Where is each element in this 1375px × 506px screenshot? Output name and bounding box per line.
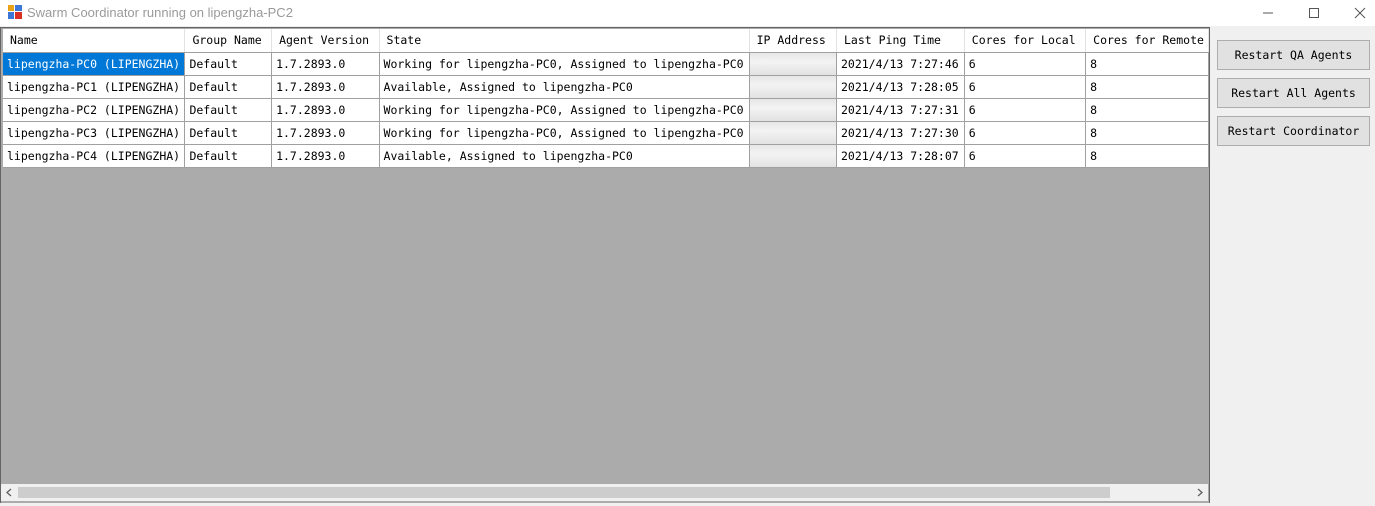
cell-version[interactable]: 1.7.2893.0 bbox=[271, 144, 380, 168]
maximize-icon bbox=[1309, 8, 1319, 18]
table-row[interactable]: lipengzha-PC3 (LIPENGZHA) Default 1.7.28… bbox=[3, 121, 1209, 145]
cell-state[interactable]: Working for lipengzha-PC0, Assigned to l… bbox=[379, 98, 750, 122]
cell-ping[interactable]: 2021/4/13 7:28:07 bbox=[836, 144, 965, 168]
cell-state[interactable]: Working for lipengzha-PC0, Assigned to l… bbox=[379, 121, 750, 145]
scroll-left-icon bbox=[6, 488, 12, 497]
minimize-icon bbox=[1263, 12, 1273, 14]
cell-cores-local[interactable]: 6 bbox=[964, 98, 1087, 122]
cell-cores-local[interactable]: 6 bbox=[964, 144, 1087, 168]
header-row: Name Group Name Agent Version State IP A… bbox=[3, 29, 1209, 53]
window-title: Swarm Coordinator running on lipengzha-P… bbox=[27, 5, 293, 20]
cell-name[interactable]: lipengzha-PC4 (LIPENGZHA) bbox=[3, 144, 186, 168]
cell-group[interactable]: Default bbox=[184, 144, 273, 168]
cell-ip-redacted[interactable] bbox=[749, 144, 837, 168]
cell-name[interactable]: lipengzha-PC1 (LIPENGZHA) bbox=[3, 75, 186, 99]
app-icon bbox=[8, 5, 22, 19]
cell-group[interactable]: Default bbox=[184, 52, 273, 76]
cell-state[interactable]: Working for lipengzha-PC0, Assigned to l… bbox=[379, 52, 750, 76]
cell-cores-local[interactable]: 6 bbox=[964, 121, 1087, 145]
cell-ping[interactable]: 2021/4/13 7:27:31 bbox=[836, 98, 965, 122]
cell-group[interactable]: Default bbox=[184, 75, 273, 99]
scrollbar-thumb[interactable] bbox=[18, 487, 1110, 498]
cell-cores-local[interactable]: 6 bbox=[964, 52, 1087, 76]
cell-cores-remote[interactable]: 8 bbox=[1085, 144, 1209, 168]
column-header-cores-for-remote[interactable]: Cores for Remote bbox=[1085, 29, 1209, 53]
column-header-cores-for-local[interactable]: Cores for Local bbox=[964, 29, 1087, 53]
cell-group[interactable]: Default bbox=[184, 121, 273, 145]
cell-ping[interactable]: 2021/4/13 7:27:30 bbox=[836, 121, 965, 145]
cell-cores-local[interactable]: 6 bbox=[964, 75, 1087, 99]
cell-cores-remote[interactable]: 8 bbox=[1085, 98, 1209, 122]
cell-group[interactable]: Default bbox=[184, 98, 273, 122]
table-row[interactable]: lipengzha-PC4 (LIPENGZHA) Default 1.7.28… bbox=[3, 144, 1209, 168]
close-button[interactable] bbox=[1337, 0, 1375, 26]
cell-version[interactable]: 1.7.2893.0 bbox=[271, 121, 380, 145]
column-header-ip-address[interactable]: IP Address bbox=[749, 29, 837, 53]
cell-state[interactable]: Available, Assigned to lipengzha-PC0 bbox=[379, 144, 750, 168]
maximize-button[interactable] bbox=[1291, 0, 1337, 26]
column-header-name[interactable]: Name bbox=[3, 29, 186, 53]
cell-ping[interactable]: 2021/4/13 7:27:46 bbox=[836, 52, 965, 76]
scroll-right-icon bbox=[1197, 488, 1203, 497]
cell-name[interactable]: lipengzha-PC3 (LIPENGZHA) bbox=[3, 121, 186, 145]
cell-version[interactable]: 1.7.2893.0 bbox=[271, 75, 380, 99]
table-row[interactable]: lipengzha-PC0 (LIPENGZHA) Default 1.7.28… bbox=[3, 52, 1209, 76]
table-row[interactable]: lipengzha-PC2 (LIPENGZHA) Default 1.7.28… bbox=[3, 98, 1209, 122]
close-icon bbox=[1354, 7, 1366, 19]
scroll-left-button[interactable] bbox=[1, 484, 18, 501]
restart-qa-agents-button[interactable]: Restart QA Agents bbox=[1217, 40, 1370, 70]
restart-coordinator-button[interactable]: Restart Coordinator bbox=[1217, 116, 1370, 146]
column-header-state[interactable]: State bbox=[379, 29, 750, 53]
agents-table: Name Group Name Agent Version State IP A… bbox=[3, 29, 1209, 168]
restart-all-agents-button[interactable]: Restart All Agents bbox=[1217, 78, 1370, 108]
column-header-last-ping-time[interactable]: Last Ping Time bbox=[836, 29, 965, 53]
cell-name[interactable]: lipengzha-PC2 (LIPENGZHA) bbox=[3, 98, 186, 122]
scroll-right-button[interactable] bbox=[1191, 484, 1208, 501]
horizontal-scrollbar[interactable] bbox=[1, 484, 1208, 501]
cell-version[interactable]: 1.7.2893.0 bbox=[271, 52, 380, 76]
agents-grid[interactable]: Name Group Name Agent Version State IP A… bbox=[0, 27, 1210, 503]
column-header-agent-version[interactable]: Agent Version bbox=[271, 29, 380, 53]
minimize-button[interactable] bbox=[1245, 0, 1291, 26]
cell-ping[interactable]: 2021/4/13 7:28:05 bbox=[836, 75, 965, 99]
column-header-group-name[interactable]: Group Name bbox=[184, 29, 273, 53]
cell-state[interactable]: Available, Assigned to lipengzha-PC0 bbox=[379, 75, 750, 99]
cell-version[interactable]: 1.7.2893.0 bbox=[271, 98, 380, 122]
cell-ip-redacted[interactable] bbox=[749, 75, 837, 99]
cell-ip-redacted[interactable] bbox=[749, 52, 837, 76]
cell-ip-redacted[interactable] bbox=[749, 98, 837, 122]
cell-name[interactable]: lipengzha-PC0 (LIPENGZHA) bbox=[3, 52, 186, 76]
cell-cores-remote[interactable]: 8 bbox=[1085, 121, 1209, 145]
cell-ip-redacted[interactable] bbox=[749, 121, 837, 145]
title-bar: Swarm Coordinator running on lipengzha-P… bbox=[0, 0, 1375, 26]
cell-cores-remote[interactable]: 8 bbox=[1085, 75, 1209, 99]
cell-cores-remote[interactable]: 8 bbox=[1085, 52, 1209, 76]
table-row[interactable]: lipengzha-PC1 (LIPENGZHA) Default 1.7.28… bbox=[3, 75, 1209, 99]
